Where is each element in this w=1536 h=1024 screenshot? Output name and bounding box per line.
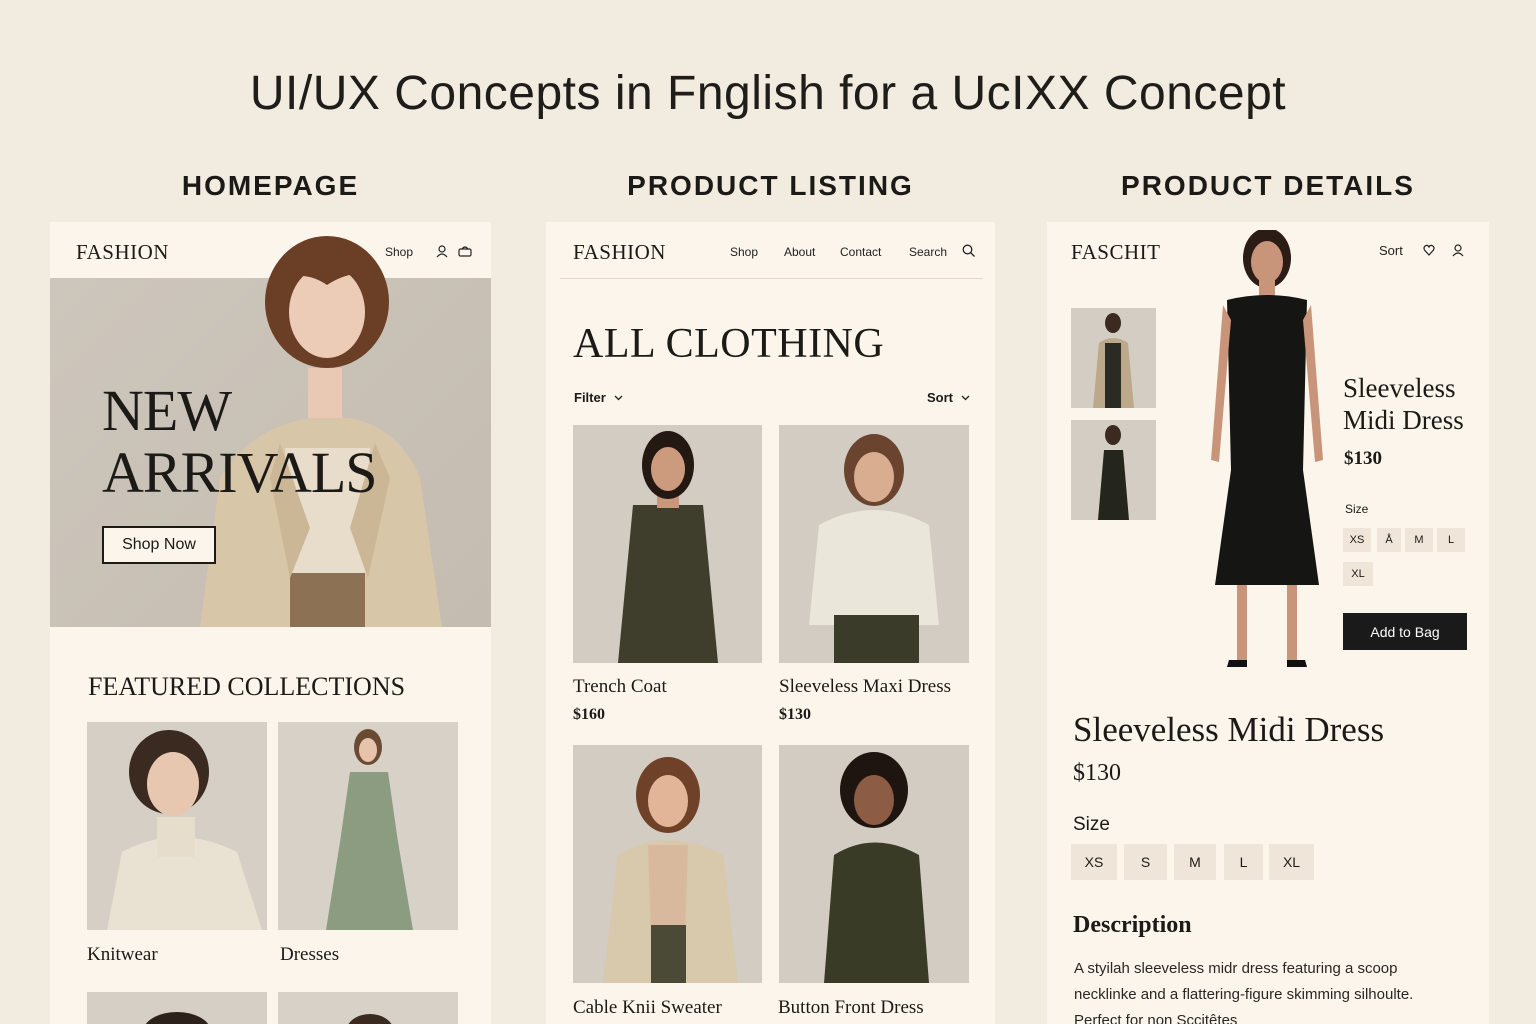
dresses-image — [326, 729, 413, 930]
featured-card-4[interactable] — [278, 992, 458, 1024]
thumbnail-2[interactable] — [1071, 420, 1156, 520]
product-title: Sleeveless Midi Dress — [1073, 710, 1385, 749]
side-size-label: Size — [1345, 502, 1369, 516]
brand-logo[interactable]: FASHION — [76, 240, 169, 265]
homepage-panel: FASHION Shop NEW ARRIVALS Shop Now FEATU… — [50, 222, 491, 1024]
side-product-title: Sleeveless Midi Dress — [1343, 372, 1464, 436]
side-price: $130 — [1344, 448, 1382, 469]
product-card-image[interactable] — [779, 745, 969, 983]
listing-heading: ALL CLOTHING — [573, 321, 885, 367]
nav-link-about[interactable]: About — [784, 245, 815, 259]
user-icon[interactable] — [436, 245, 448, 258]
description-heading: Description — [1073, 912, 1192, 938]
side-title-line1: Sleeveless — [1343, 373, 1456, 403]
product-main-image — [1211, 230, 1323, 667]
side-size-s[interactable]: Å — [1377, 528, 1401, 552]
sleeveless-maxi-dress-image — [809, 434, 939, 663]
featured-label-dresses[interactable]: Dresses — [280, 944, 339, 966]
shop-now-button[interactable]: Shop Now — [102, 526, 216, 564]
nav-link-sort[interactable]: Sort — [1379, 243, 1403, 258]
filter-label: Filter — [574, 390, 606, 405]
product-card-image[interactable] — [779, 425, 969, 663]
size-xs[interactable]: XS — [1071, 844, 1117, 880]
product-price: $160 — [573, 706, 605, 723]
featured-label-knitwear[interactable]: Knitwear — [87, 944, 158, 966]
heart-icon[interactable] — [1423, 244, 1435, 256]
product-name[interactable]: Cable Knii Sweater — [573, 997, 722, 1019]
product-card-image[interactable] — [573, 745, 762, 983]
product-price: $130 — [1073, 760, 1121, 786]
nav-link-shop[interactable]: Shop — [385, 245, 413, 259]
search-icon[interactable] — [962, 244, 975, 257]
homepage-nav: FASHION Shop — [50, 222, 491, 278]
featured-card-dresses[interactable] — [278, 722, 458, 930]
hero-headline-line2: ARRIVALS — [102, 440, 378, 505]
size-label: Size — [1073, 814, 1110, 835]
featured-card-knitwear[interactable] — [87, 722, 267, 930]
size-m[interactable]: M — [1174, 844, 1216, 880]
side-title-line2: Midi Dress — [1343, 405, 1464, 435]
sort-dropdown[interactable]: Sort — [927, 390, 970, 405]
section-label-details: PRODUCT DETAILS — [1121, 170, 1415, 201]
sort-label: Sort — [927, 390, 953, 405]
side-size-m[interactable]: M — [1405, 528, 1433, 552]
filter-dropdown[interactable]: Filter — [574, 390, 623, 405]
chevron-down-icon — [614, 395, 623, 401]
nav-link-search[interactable]: Search — [909, 245, 947, 259]
details-panel: FASCHIT Sort Sleeveless Midi Dress $130 … — [1047, 222, 1489, 1024]
product-name[interactable]: Sleeveless Maxi Dress — [779, 676, 951, 698]
product-name[interactable]: Trench Coat — [573, 676, 667, 698]
knitwear-image — [107, 730, 262, 930]
product-name[interactable]: Button Front Dress — [778, 997, 924, 1019]
user-icon[interactable] — [1452, 244, 1464, 257]
hero-headline: NEW ARRIVALS — [102, 378, 378, 505]
side-size-xs[interactable]: XS — [1343, 528, 1371, 552]
size-l[interactable]: L — [1224, 844, 1263, 880]
listing-nav: FASHION Shop About Contact Search — [546, 222, 995, 278]
button-front-dress-image — [824, 752, 929, 983]
side-size-xl[interactable]: XL — [1343, 562, 1373, 586]
hero-headline-line1: NEW — [102, 378, 232, 443]
listing-panel: FASHION Shop About Contact Search ALL CL… — [546, 222, 995, 1024]
size-xl[interactable]: XL — [1269, 844, 1314, 880]
thumbnail-1[interactable] — [1071, 308, 1156, 408]
add-to-bag-button[interactable]: Add to Bag — [1343, 613, 1467, 650]
side-size-l[interactable]: L — [1437, 528, 1465, 552]
description-line: Perfect for non Sccitêtes — [1074, 1012, 1238, 1024]
description-line: A styilah sleeveless midr dress featurin… — [1074, 960, 1398, 977]
trench-coat-image — [618, 431, 718, 663]
section-label-listing: PRODUCT LISTING — [627, 170, 914, 201]
size-s[interactable]: S — [1124, 844, 1167, 880]
brand-logo[interactable]: FASCHIT — [1071, 240, 1160, 265]
page-title: UI/UX Concepts in Fnglish for a UcIXX Co… — [249, 67, 1287, 120]
featured-heading: FEATURED COLLECTIONS — [88, 672, 406, 701]
description-text: A styilah sleeveless midr dress featurin… — [1074, 956, 1413, 1024]
brand-logo[interactable]: FASHION — [573, 240, 666, 265]
chevron-down-icon — [961, 395, 970, 401]
section-label-homepage: HOMEPAGE — [181, 170, 360, 201]
nav-link-contact[interactable]: Contact — [840, 245, 881, 259]
nav-divider — [560, 278, 983, 279]
nav-link-shop[interactable]: Shop — [730, 245, 758, 259]
product-card-image[interactable] — [573, 425, 762, 663]
cable-knit-sweater-image — [603, 757, 738, 983]
description-line: necklinke and a flattering-figure skimmi… — [1074, 986, 1414, 1003]
bag-icon[interactable] — [458, 245, 472, 257]
featured-card-3[interactable] — [87, 992, 267, 1024]
product-price: $130 — [779, 706, 811, 723]
